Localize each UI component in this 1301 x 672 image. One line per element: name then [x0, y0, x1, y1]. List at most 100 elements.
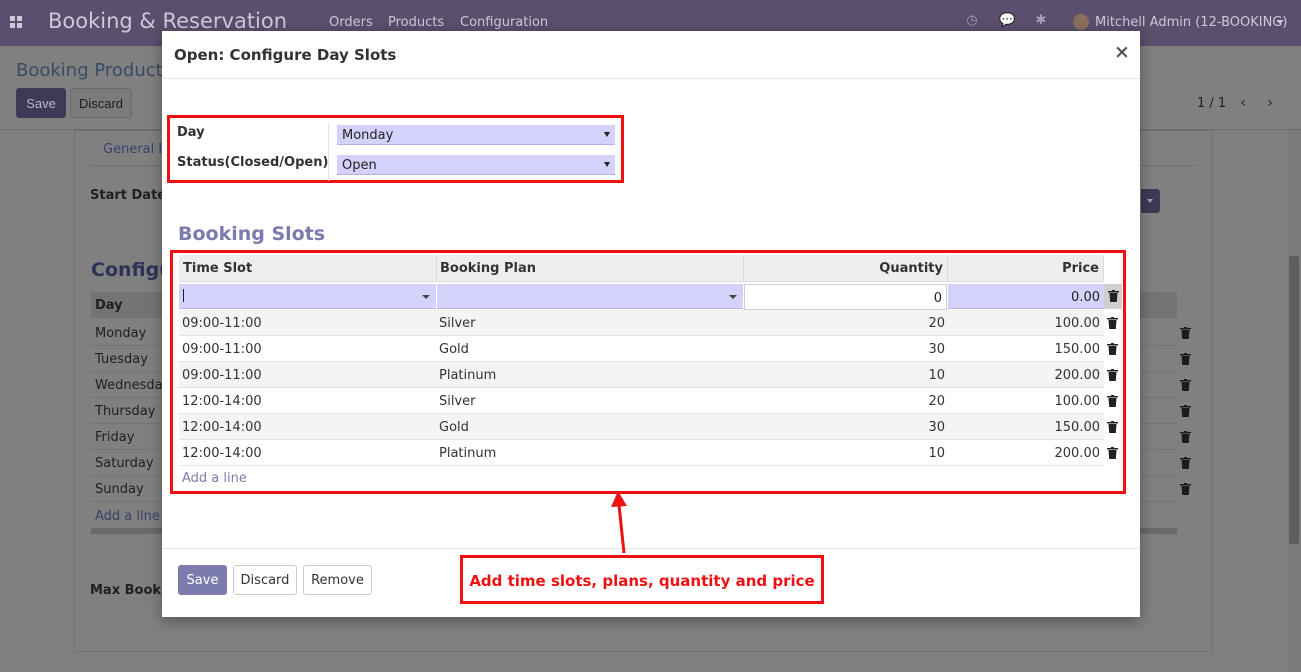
annotation-text: Add time slots, plans, quantity and pric… — [469, 572, 815, 590]
status-select-value: Open — [342, 158, 377, 173]
day-select[interactable]: Monday — [337, 125, 615, 145]
page-scrollbar-thumb[interactable] — [1289, 256, 1299, 544]
day-cell: Monday — [95, 326, 147, 341]
time-slot-cell: 09:00-11:00 — [182, 316, 262, 331]
add-a-line-link[interactable]: Add a line — [182, 471, 247, 486]
bg-select-caret-icon[interactable] — [1141, 189, 1160, 213]
clock-icon[interactable]: ◷ — [965, 14, 979, 28]
day-cell: Thursday — [95, 404, 156, 419]
booking-plan-cell: Gold — [439, 342, 469, 357]
edit-row-delete[interactable] — [1104, 284, 1122, 309]
tab-general-info[interactable]: General In — [103, 142, 170, 157]
column-header-quantity[interactable]: Quantity — [744, 255, 948, 282]
trash-icon[interactable] — [1107, 421, 1118, 433]
status-label: Status(Closed/Open) — [177, 155, 329, 170]
day-label: Day — [177, 125, 205, 140]
column-header-label: Time Slot — [183, 261, 253, 276]
avatar[interactable] — [1073, 14, 1089, 30]
dropdown-arrow-icon — [604, 162, 610, 167]
status-select[interactable]: Open — [337, 155, 615, 175]
booking-plan-input[interactable] — [437, 284, 743, 309]
chat-icon[interactable]: 💬 — [999, 14, 1015, 28]
table-row[interactable]: 12:00-14:00 Platinum 10 200.00 — [179, 440, 1104, 466]
trash-icon[interactable] — [1180, 327, 1191, 339]
close-icon[interactable]: × — [1114, 42, 1130, 62]
app-brand[interactable]: Booking & Reservation — [48, 9, 287, 33]
trash-icon[interactable] — [1180, 483, 1191, 495]
price-cell: 150.00 — [1054, 420, 1101, 435]
day-cell: Friday — [95, 430, 135, 445]
discard-button[interactable]: Discard — [233, 565, 297, 595]
price-cell: 200.00 — [1054, 368, 1101, 383]
discard-button[interactable]: Discard — [70, 88, 132, 118]
price-cell: 150.00 — [1054, 342, 1101, 357]
save-button[interactable]: Save — [178, 565, 227, 595]
price-cell: 100.00 — [1054, 316, 1101, 331]
column-header-label: Price — [1062, 261, 1099, 276]
trash-icon[interactable] — [1107, 369, 1118, 381]
remove-button[interactable]: Remove — [303, 565, 372, 595]
column-header-price[interactable]: Price — [948, 255, 1104, 282]
trash-icon[interactable] — [1107, 447, 1118, 459]
table-row[interactable]: 12:00-14:00 Gold 30 150.00 — [179, 414, 1104, 440]
annotation-callout: Add time slots, plans, quantity and pric… — [460, 555, 824, 604]
quantity-input[interactable]: 0 — [744, 284, 947, 310]
table-row[interactable]: 12:00-14:00 Silver 20 100.00 — [179, 388, 1104, 414]
trash-icon[interactable] — [1180, 405, 1191, 417]
modal-header: Open: Configure Day Slots × — [162, 31, 1140, 79]
time-slot-cell: 12:00-14:00 — [182, 446, 262, 461]
day-column-header: Day — [95, 298, 123, 313]
bug-icon[interactable]: ✱ — [1034, 14, 1048, 28]
save-button[interactable]: Save — [16, 88, 66, 118]
quantity-cell: 20 — [928, 394, 945, 409]
user-menu[interactable]: Mitchell Admin (12-BOOKING) — [1095, 15, 1287, 30]
trash-icon[interactable] — [1107, 395, 1118, 407]
apps-menu-icon[interactable] — [10, 16, 22, 28]
quantity-cell: 10 — [928, 368, 945, 383]
chevron-down-icon[interactable] — [729, 295, 737, 299]
pager-next-icon[interactable]: › — [1263, 95, 1277, 111]
time-slot-input[interactable] — [179, 284, 436, 309]
menu-configuration[interactable]: Configuration — [460, 15, 548, 30]
booking-plan-cell: Platinum — [439, 446, 497, 461]
table-row[interactable]: 09:00-11:00 Gold 30 150.00 — [179, 336, 1104, 362]
day-cell: Sunday — [95, 482, 144, 497]
day-select-value: Monday — [342, 128, 394, 143]
time-slot-cell: 12:00-14:00 — [182, 394, 262, 409]
menu-products[interactable]: Products — [388, 15, 444, 30]
price-input[interactable]: 0.00 — [948, 284, 1104, 309]
trash-icon[interactable] — [1180, 431, 1191, 443]
booking-plan-cell: Platinum — [439, 368, 497, 383]
price-cell: 200.00 — [1054, 446, 1101, 461]
booking-plan-cell: Gold — [439, 420, 469, 435]
column-header-booking-plan[interactable]: Booking Plan — [437, 255, 744, 282]
menu-orders[interactable]: Orders — [329, 15, 373, 30]
column-header-time-slot[interactable]: Time Slot — [179, 255, 437, 282]
trash-icon[interactable] — [1180, 457, 1191, 469]
trash-icon[interactable] — [1107, 317, 1118, 329]
time-slot-cell: 12:00-14:00 — [182, 420, 262, 435]
trash-icon[interactable] — [1107, 343, 1118, 355]
price-cell: 100.00 — [1054, 394, 1101, 409]
start-date-label: Start Date — [90, 188, 167, 203]
quantity-cell: 30 — [928, 420, 945, 435]
pager-previous-icon[interactable]: ‹ — [1236, 95, 1250, 111]
modal-title: Open: Configure Day Slots — [174, 46, 397, 64]
breadcrumb[interactable]: Booking Products — [16, 60, 172, 81]
trash-icon[interactable] — [1108, 290, 1119, 302]
day-cell: Tuesday — [95, 352, 148, 367]
trash-icon[interactable] — [1180, 353, 1191, 365]
quantity-cell: 10 — [928, 446, 945, 461]
text-cursor — [183, 289, 184, 302]
chevron-down-icon[interactable] — [422, 295, 430, 299]
dropdown-arrow-icon — [604, 132, 610, 137]
table-row[interactable]: 09:00-11:00 Platinum 10 200.00 — [179, 362, 1104, 388]
configure-day-slots-dialog: Open: Configure Day Slots × Day Status(C… — [162, 31, 1140, 617]
table-row[interactable]: 09:00-11:00 Silver 20 100.00 — [179, 310, 1104, 336]
trash-icon[interactable] — [1180, 379, 1191, 391]
chevron-down-icon[interactable] — [1276, 20, 1284, 24]
add-line-link[interactable]: Add a line — [95, 509, 160, 524]
day-cell: Wednesday — [95, 378, 171, 393]
editable-row: 0 0.00 — [179, 284, 1104, 310]
quantity-input-value: 0 — [933, 291, 942, 306]
